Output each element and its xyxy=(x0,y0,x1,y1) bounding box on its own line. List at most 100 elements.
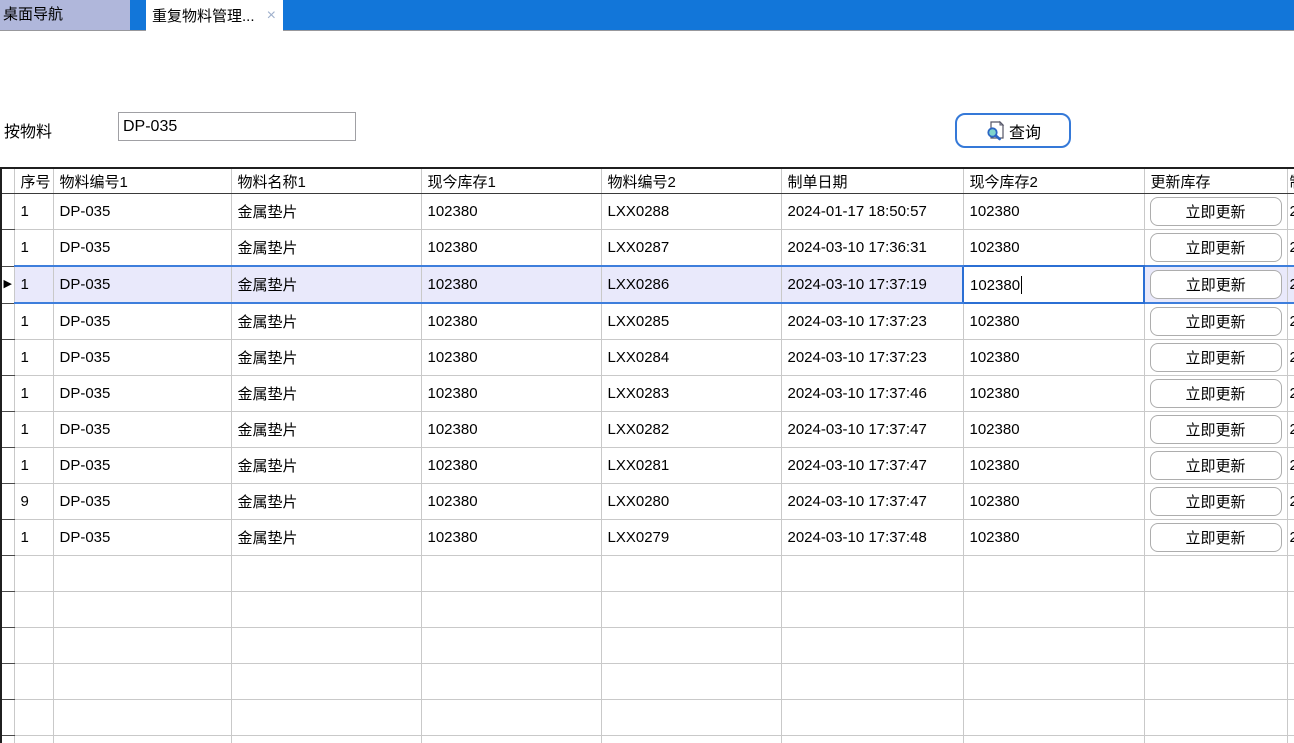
query-button[interactable]: 查询 xyxy=(955,113,1071,148)
update-now-button[interactable]: 立即更新 xyxy=(1150,523,1282,552)
cell-code1[interactable]: DP-035 xyxy=(53,412,231,448)
close-icon[interactable]: × xyxy=(267,8,276,24)
cell-date[interactable]: 2024-03-10 17:36:31 xyxy=(781,230,963,267)
row-selector-gutter[interactable] xyxy=(1,194,14,230)
table-row[interactable]: 9DP-035金属垫片102380LXX02802024-03-10 17:37… xyxy=(1,484,1294,520)
cell-date[interactable]: 2024-03-10 17:37:47 xyxy=(781,412,963,448)
cell-name1[interactable]: 金属垫片 xyxy=(231,340,421,376)
row-selector-gutter[interactable] xyxy=(1,303,14,340)
update-now-button[interactable]: 立即更新 xyxy=(1150,487,1282,516)
cell-stock1[interactable]: 102380 xyxy=(421,520,601,556)
cell-stock1[interactable]: 102380 xyxy=(421,340,601,376)
row-selector-gutter[interactable] xyxy=(1,700,14,736)
cell-stock2[interactable]: 102380 xyxy=(963,340,1144,376)
cell-date[interactable]: 2024-03-10 17:37:48 xyxy=(781,520,963,556)
cell-code1[interactable]: DP-035 xyxy=(53,230,231,267)
cell-seq[interactable]: 1 xyxy=(14,230,53,267)
cell-stock1[interactable]: 102380 xyxy=(421,484,601,520)
row-selector-gutter[interactable] xyxy=(1,556,14,592)
cell-code1[interactable]: DP-035 xyxy=(53,194,231,230)
cell-code2[interactable]: LXX0280 xyxy=(601,484,781,520)
cell-code2[interactable]: LXX0284 xyxy=(601,340,781,376)
cell-stock1[interactable]: 102380 xyxy=(421,230,601,267)
material-filter-input[interactable] xyxy=(118,112,356,141)
tab-desktop-navigation[interactable]: 桌面导航 xyxy=(0,0,130,30)
table-row[interactable]: 1DP-035金属垫片102380LXX02832024-03-10 17:37… xyxy=(1,376,1294,412)
row-selector-gutter[interactable] xyxy=(1,448,14,484)
cell-date[interactable]: 2024-01-17 18:50:57 xyxy=(781,194,963,230)
cell-stock2[interactable]: 102380 xyxy=(963,448,1144,484)
cell-code2[interactable]: LXX0288 xyxy=(601,194,781,230)
cell-code2[interactable]: LXX0282 xyxy=(601,412,781,448)
cell-stock2[interactable]: 102380 xyxy=(963,303,1144,340)
cell-date[interactable]: 2024-03-10 17:37:23 xyxy=(781,303,963,340)
row-selector-gutter[interactable] xyxy=(1,520,14,556)
cell-name1[interactable]: 金属垫片 xyxy=(231,303,421,340)
cell-stock1[interactable]: 102380 xyxy=(421,266,601,303)
cell-stock2[interactable]: 102380 xyxy=(963,266,1144,303)
cell-seq[interactable]: 9 xyxy=(14,484,53,520)
cell-code1[interactable]: DP-035 xyxy=(53,340,231,376)
cell-name1[interactable]: 金属垫片 xyxy=(231,412,421,448)
update-now-button[interactable]: 立即更新 xyxy=(1150,415,1282,444)
row-selector-gutter[interactable] xyxy=(1,340,14,376)
cell-code1[interactable]: DP-035 xyxy=(53,266,231,303)
update-now-button[interactable]: 立即更新 xyxy=(1150,307,1282,336)
update-now-button[interactable]: 立即更新 xyxy=(1150,233,1282,262)
cell-code1[interactable]: DP-035 xyxy=(53,303,231,340)
cell-seq[interactable]: 1 xyxy=(14,376,53,412)
cell-stock2[interactable]: 102380 xyxy=(963,484,1144,520)
update-now-button[interactable]: 立即更新 xyxy=(1150,270,1282,299)
cell-date[interactable]: 2024-03-10 17:37:47 xyxy=(781,448,963,484)
cell-seq[interactable]: 1 xyxy=(14,520,53,556)
update-now-button[interactable]: 立即更新 xyxy=(1150,451,1282,480)
cell-code1[interactable]: DP-035 xyxy=(53,448,231,484)
row-selector-gutter[interactable] xyxy=(1,736,14,743)
update-now-button[interactable]: 立即更新 xyxy=(1150,379,1282,408)
update-now-button[interactable]: 立即更新 xyxy=(1150,197,1282,226)
cell-code2[interactable]: LXX0281 xyxy=(601,448,781,484)
cell-stock2[interactable]: 102380 xyxy=(963,412,1144,448)
cell-name1[interactable]: 金属垫片 xyxy=(231,376,421,412)
row-selector-gutter[interactable] xyxy=(1,412,14,448)
row-selector-gutter[interactable] xyxy=(1,592,14,628)
cell-stock2[interactable]: 102380 xyxy=(963,194,1144,230)
cell-date[interactable]: 2024-03-10 17:37:46 xyxy=(781,376,963,412)
cell-seq[interactable]: 1 xyxy=(14,266,53,303)
row-selector-gutter[interactable] xyxy=(1,376,14,412)
cell-stock1[interactable]: 102380 xyxy=(421,448,601,484)
cell-code2[interactable]: LXX0286 xyxy=(601,266,781,303)
cell-seq[interactable]: 1 xyxy=(14,412,53,448)
cell-seq[interactable]: 1 xyxy=(14,448,53,484)
table-row[interactable]: ▶1DP-035金属垫片102380LXX02862024-03-10 17:3… xyxy=(1,266,1294,303)
cell-code1[interactable]: DP-035 xyxy=(53,520,231,556)
tab-duplicate-material-management[interactable]: 重复物料管理... × xyxy=(146,0,283,31)
cell-name1[interactable]: 金属垫片 xyxy=(231,484,421,520)
cell-name1[interactable]: 金属垫片 xyxy=(231,230,421,267)
cell-stock1[interactable]: 102380 xyxy=(421,194,601,230)
row-selector-gutter[interactable] xyxy=(1,628,14,664)
cell-stock2[interactable]: 102380 xyxy=(963,520,1144,556)
cell-name1[interactable]: 金属垫片 xyxy=(231,520,421,556)
row-selector-gutter[interactable] xyxy=(1,230,14,267)
table-row[interactable]: 1DP-035金属垫片102380LXX02842024-03-10 17:37… xyxy=(1,340,1294,376)
cell-stock1[interactable]: 102380 xyxy=(421,303,601,340)
cell-stock1[interactable]: 102380 xyxy=(421,412,601,448)
cell-code1[interactable]: DP-035 xyxy=(53,376,231,412)
cell-seq[interactable]: 1 xyxy=(14,303,53,340)
row-selector-gutter[interactable]: ▶ xyxy=(1,266,14,303)
cell-seq[interactable]: 1 xyxy=(14,340,53,376)
row-selector-gutter[interactable] xyxy=(1,484,14,520)
cell-seq[interactable]: 1 xyxy=(14,194,53,230)
cell-code2[interactable]: LXX0287 xyxy=(601,230,781,267)
table-row[interactable]: 1DP-035金属垫片102380LXX02822024-03-10 17:37… xyxy=(1,412,1294,448)
cell-name1[interactable]: 金属垫片 xyxy=(231,266,421,303)
table-row[interactable]: 1DP-035金属垫片102380LXX02812024-03-10 17:37… xyxy=(1,448,1294,484)
cell-date[interactable]: 2024-03-10 17:37:19 xyxy=(781,266,963,303)
cell-stock2[interactable]: 102380 xyxy=(963,376,1144,412)
cell-stock1[interactable]: 102380 xyxy=(421,376,601,412)
table-row[interactable]: 1DP-035金属垫片102380LXX02792024-03-10 17:37… xyxy=(1,520,1294,556)
cell-name1[interactable]: 金属垫片 xyxy=(231,194,421,230)
cell-date[interactable]: 2024-03-10 17:37:47 xyxy=(781,484,963,520)
row-selector-gutter[interactable] xyxy=(1,664,14,700)
